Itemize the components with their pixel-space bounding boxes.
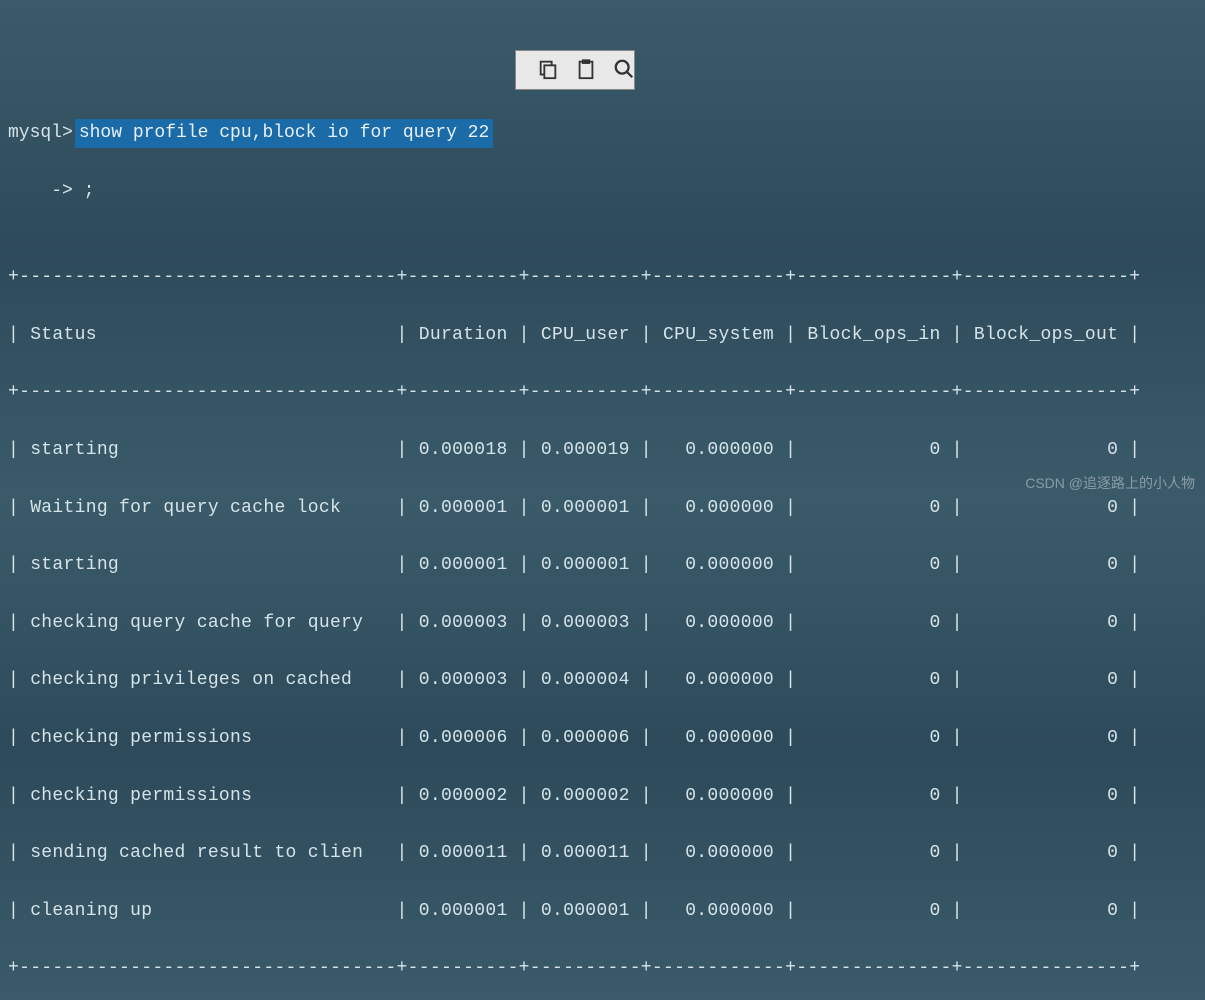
table-row: | sending cached result to clien | 0.000…: [8, 839, 1197, 868]
search-button[interactable]: [594, 53, 632, 87]
continuation-line: -> ;: [8, 177, 1197, 206]
highlighted-command: show profile cpu,block io for query 22: [75, 119, 493, 148]
table-row: | starting | 0.000018 | 0.000019 | 0.000…: [8, 436, 1197, 465]
table-row: | checking query cache for query | 0.000…: [8, 609, 1197, 638]
table-border-top: +----------------------------------+----…: [8, 263, 1197, 292]
command-line: mysql> show profile cpu,block io for que…: [8, 119, 1197, 148]
watermark: CSDN @追逐路上的小人物: [1025, 472, 1195, 494]
mysql-prompt: mysql>: [8, 119, 73, 148]
table-row: | starting | 0.000001 | 0.000001 | 0.000…: [8, 551, 1197, 580]
search-icon: [591, 43, 635, 98]
table-header: | Status | Duration | CPU_user | CPU_sys…: [8, 321, 1197, 350]
table-row: | checking permissions | 0.000006 | 0.00…: [8, 724, 1197, 753]
table-row: | checking permissions | 0.000002 | 0.00…: [8, 782, 1197, 811]
paste-button[interactable]: [556, 53, 594, 87]
table-row: | cleaning up | 0.000001 | 0.000001 | 0.…: [8, 897, 1197, 926]
copy-button[interactable]: [518, 53, 556, 87]
selection-toolbar: [515, 50, 635, 90]
table-border-bottom: +----------------------------------+----…: [8, 954, 1197, 983]
table-row: | checking privileges on cached | 0.0000…: [8, 666, 1197, 695]
table-row: | Waiting for query cache lock | 0.00000…: [8, 494, 1197, 523]
table-border-mid: +----------------------------------+----…: [8, 378, 1197, 407]
result-table: +----------------------------------+----…: [8, 234, 1197, 1000]
